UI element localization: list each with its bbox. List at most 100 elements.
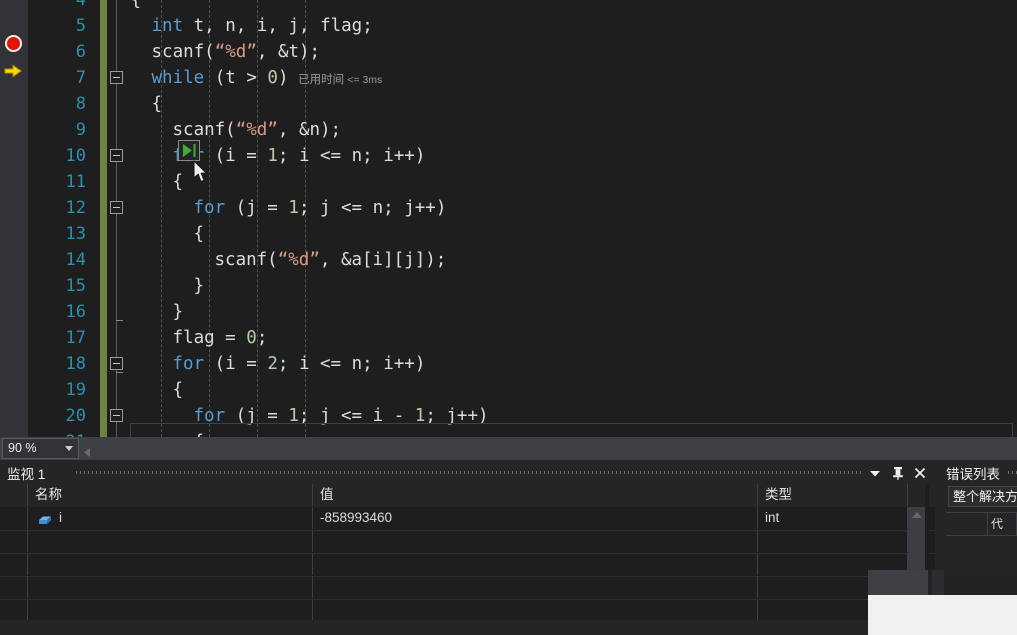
watch-title: 监视 1 — [7, 467, 46, 482]
outlining-tick — [116, 320, 123, 321]
watch-rows[interactable]: i -858993460 int — [0, 507, 935, 623]
run-to-cursor-icon[interactable] — [178, 140, 200, 161]
code-line[interactable]: scanf(“%d”, &a[i][j]); — [215, 247, 447, 273]
code-token: { — [172, 380, 184, 400]
code-line[interactable]: { — [173, 169, 184, 195]
watch-column-header[interactable]: 类型 — [758, 484, 908, 506]
code-line[interactable]: { — [131, 0, 142, 13]
outlining-collapse-icon[interactable] — [110, 357, 123, 370]
error-column-header[interactable] — [946, 513, 988, 536]
code-token: ; j <= n; j++) — [298, 198, 447, 218]
code-token: scanf( — [214, 250, 278, 270]
code-line[interactable]: { — [152, 91, 163, 117]
indicator-margin[interactable] — [0, 0, 28, 437]
code-line[interactable]: while (t > 0) 已用时间 <= 3ms — [152, 65, 383, 91]
line-number: 17 — [65, 328, 86, 348]
zoom-level-value: 90 % — [8, 441, 37, 455]
table-row[interactable] — [0, 530, 935, 554]
code-editor[interactable]: 456789101112131415161718192021 {int t, n… — [0, 0, 1017, 437]
code-line[interactable]: int t, n, i, j, flag; — [152, 13, 373, 39]
pin-icon[interactable] — [890, 465, 906, 481]
watch-name-cell[interactable] — [28, 576, 313, 598]
watch-type-cell[interactable] — [758, 530, 908, 552]
error-scope-dropdown[interactable]: 整个解决方案 — [948, 486, 1017, 507]
outlining-collapse-icon[interactable] — [110, 409, 123, 422]
line-number: 16 — [65, 302, 86, 322]
code-line[interactable]: for (i = 1; i <= n; i++) — [173, 143, 426, 169]
inline-elapsed-time-hint[interactable]: 已用时间 <= 3ms — [289, 74, 382, 86]
row-marker-cell — [0, 530, 28, 552]
row-marker-cell — [0, 553, 28, 575]
code-token: flag = — [172, 328, 247, 348]
code-line[interactable]: for (j = 1; j <= n; j++) — [194, 195, 447, 221]
breakpoint-icon[interactable] — [5, 35, 22, 52]
code-token: (i = — [204, 354, 268, 374]
line-number: 8 — [75, 94, 86, 114]
watch-window[interactable]: 监视 1 名称 值 类型 i -858993460 int — [0, 460, 935, 623]
change-tracking-bar — [100, 0, 107, 437]
watch-drag-dots[interactable] — [76, 471, 863, 474]
table-row[interactable] — [0, 576, 935, 600]
watch-value-cell[interactable] — [313, 599, 758, 621]
line-number: 13 — [65, 224, 86, 244]
error-list-drag-dots[interactable] — [1008, 471, 1017, 474]
code-token: for — [172, 354, 205, 374]
error-column-header[interactable]: 代 — [988, 513, 1017, 536]
row-marker-cell — [0, 599, 28, 621]
code-token: “%d” — [214, 42, 257, 62]
code-token: t, n, i, j, flag; — [183, 16, 373, 36]
code-token: scanf( — [172, 120, 236, 140]
line-number: 18 — [65, 354, 86, 374]
watch-name-cell[interactable] — [28, 599, 313, 621]
watch-name-cell[interactable]: i — [28, 507, 313, 529]
watch-name-cell[interactable] — [28, 530, 313, 552]
overlay-dark-band — [868, 570, 1017, 595]
code-line[interactable]: } — [173, 299, 184, 325]
code-token: { — [172, 172, 184, 192]
code-token: for — [193, 198, 226, 218]
code-text-area[interactable]: {int t, n, i, j, flag; scanf(“%d”, &t); wh… — [127, 0, 1017, 437]
scroll-up-arrow-icon[interactable] — [912, 512, 922, 518]
watch-name-cell[interactable] — [28, 553, 313, 575]
line-number: 14 — [65, 250, 86, 270]
watch-column-header[interactable]: 名称 — [28, 484, 313, 506]
outlining-margin[interactable] — [107, 0, 127, 437]
watch-value-cell[interactable] — [313, 530, 758, 552]
zoom-level-dropdown[interactable]: 90 % — [2, 438, 79, 459]
watch-value-cell[interactable]: -858993460 — [313, 507, 758, 529]
code-line[interactable]: } — [194, 273, 205, 299]
code-token: int — [151, 16, 184, 36]
watch-column-header[interactable]: 值 — [313, 484, 758, 506]
watch-column-headers[interactable]: 名称值类型 — [0, 484, 935, 508]
code-line[interactable]: scanf(“%d”, &t); — [152, 39, 321, 65]
overlay-band-segment-1 — [868, 570, 928, 595]
table-row[interactable]: i -858993460 int — [0, 507, 935, 531]
line-number: 12 — [65, 198, 86, 218]
code-token: 1 — [267, 146, 278, 166]
code-line[interactable]: flag = 0; — [173, 325, 268, 351]
error-list-title: 错误列表 — [946, 467, 1000, 482]
watch-value-cell[interactable] — [313, 553, 758, 575]
mouse-cursor-icon — [193, 160, 209, 184]
line-number: 10 — [65, 146, 86, 166]
outlining-collapse-icon[interactable] — [110, 201, 123, 214]
table-row[interactable] — [0, 553, 935, 577]
watch-header-corner — [0, 484, 28, 506]
code-line[interactable]: { — [194, 221, 205, 247]
dock-filler — [0, 620, 868, 635]
chevron-down-icon[interactable] — [867, 465, 883, 481]
code-token: ; — [256, 328, 268, 348]
watch-value-cell[interactable] — [313, 576, 758, 598]
outlining-collapse-icon[interactable] — [110, 149, 123, 162]
code-token: { — [130, 0, 142, 10]
close-icon[interactable] — [912, 465, 928, 481]
horizontal-split-handle[interactable] — [84, 444, 91, 457]
watch-type-cell[interactable]: int — [758, 507, 908, 529]
code-token: ; i <= n; i++) — [277, 354, 426, 374]
code-line[interactable]: { — [173, 377, 184, 403]
code-token: “%d” — [235, 120, 278, 140]
outlining-collapse-icon[interactable] — [110, 71, 123, 84]
code-token: “%d” — [277, 250, 320, 270]
code-line[interactable]: for (i = 2; i <= n; i++) — [173, 351, 426, 377]
chevron-down-icon — [65, 446, 73, 451]
